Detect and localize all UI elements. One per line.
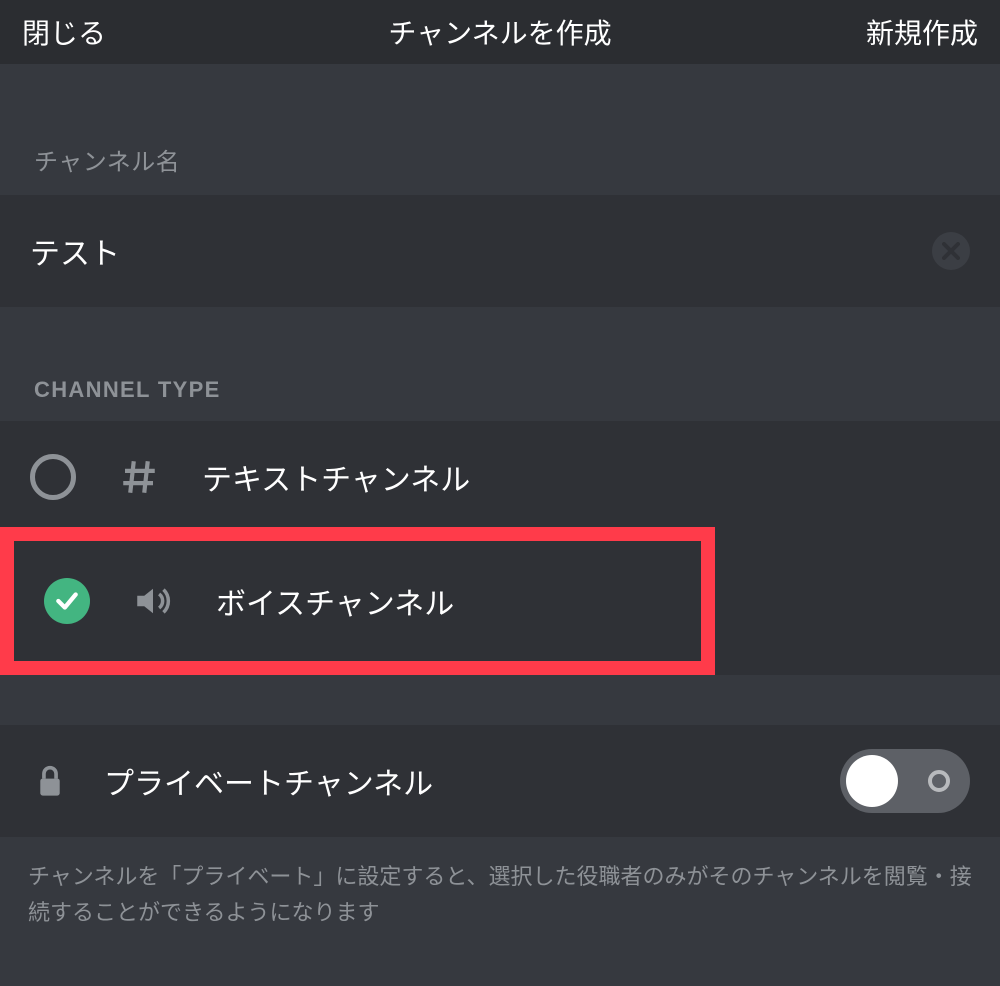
channel-name-input[interactable] — [30, 234, 932, 268]
radio-checked-icon — [44, 578, 90, 624]
channel-name-label: チャンネル名 — [0, 64, 1000, 195]
private-channel-help: チャンネルを「プライベート」に設定すると、選択した役職者のみがそのチャンネルを閲… — [0, 837, 1000, 932]
modal-title: チャンネルを作成 — [0, 12, 1000, 52]
channel-type-option-label: テキストチャンネル — [202, 455, 470, 499]
create-button[interactable]: 新規作成 — [866, 12, 978, 52]
channel-type-option-label: ボイスチャンネル — [216, 579, 454, 623]
speaker-icon — [130, 580, 176, 622]
hash-icon — [116, 456, 162, 498]
annotation-highlight: ボイスチャンネル — [0, 527, 715, 675]
toggle-off-indicator-icon — [928, 770, 950, 792]
channel-type-label: CHANNEL TYPE — [0, 307, 1000, 421]
channel-type-option-voice[interactable]: ボイスチャンネル — [14, 541, 701, 661]
close-button[interactable]: 閉じる — [22, 12, 106, 52]
clear-input-button[interactable] — [932, 232, 970, 270]
private-channel-toggle[interactable] — [840, 749, 970, 813]
private-channel-group: プライベートチャンネル — [0, 725, 1000, 837]
channel-type-list: テキストチャンネル ボイスチャンネル — [0, 421, 1000, 675]
private-channel-row: プライベートチャンネル — [0, 725, 1000, 837]
radio-unchecked-icon — [30, 454, 76, 500]
lock-icon — [30, 764, 70, 798]
modal-header: 閉じる チャンネルを作成 新規作成 — [0, 0, 1000, 64]
toggle-knob — [846, 755, 898, 807]
close-icon — [942, 242, 960, 260]
private-channel-label: プライベートチャンネル — [104, 759, 433, 803]
channel-name-row — [0, 195, 1000, 307]
channel-type-option-text[interactable]: テキストチャンネル — [0, 421, 1000, 533]
